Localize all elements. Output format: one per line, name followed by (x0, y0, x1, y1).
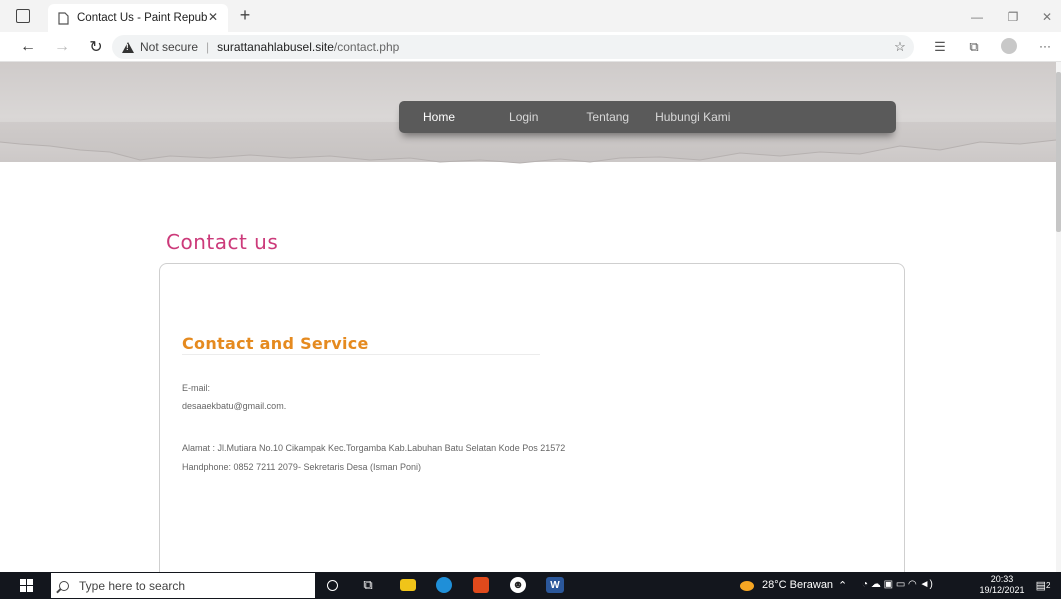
email-label: E-mail: (182, 383, 211, 393)
email-value: desaaekbatu@gmail.com. (182, 401, 287, 411)
clock-date: 19/12/2021 (979, 585, 1025, 595)
cortana-icon[interactable] (327, 580, 338, 591)
close-window-button[interactable]: ✕ (1032, 8, 1061, 26)
nav-item-login[interactable]: Login (509, 110, 538, 124)
word-icon[interactable]: W (546, 577, 564, 593)
nav-item-tentang[interactable]: Tentang (586, 110, 629, 124)
url-path: /contact.php (333, 40, 400, 54)
emoji-app-icon[interactable]: ☻ (510, 577, 526, 593)
address-text: Alamat : Jl.Mutiara No.10 Cikampak Kec.T… (182, 443, 566, 453)
page-scrollbar[interactable] (1056, 62, 1061, 572)
minimize-button[interactable]: — (962, 8, 992, 26)
notification-count: 2 (1045, 580, 1051, 590)
profile-avatar[interactable] (1001, 38, 1017, 54)
tab-actions-icon[interactable] (16, 9, 30, 23)
notification-center-icon[interactable]: ▤ 2 (1034, 577, 1052, 593)
search-placeholder: Type here to search (79, 578, 186, 593)
address-bar[interactable]: Not secure | surattanahlabusel.site/cont… (112, 35, 914, 59)
nav-item-hubungi-kami[interactable]: Hubungi Kami (655, 110, 730, 124)
page-icon (58, 11, 69, 25)
browser-tab[interactable]: Contact Us - Paint Republic Web ✕ (48, 4, 228, 32)
weather-text[interactable]: 28°C Berawan (762, 579, 833, 591)
collections-icon[interactable]: ⧉ (966, 39, 982, 55)
page-title: Contact us (166, 230, 279, 254)
url-host: surattanahlabusel.site (217, 40, 334, 54)
warning-icon (122, 41, 134, 53)
handphone-text: Handphone: 0852 7211 2079- Sekretaris De… (182, 462, 421, 472)
tray-icons[interactable]: ◔ ☁ ▣ ▭ ◠ ◄) (862, 579, 933, 590)
back-arrow-icon[interactable]: ← (18, 37, 38, 57)
favorite-star-icon[interactable]: ☆ (892, 39, 908, 55)
tab-title: Contact Us - Paint Republic Web (77, 12, 207, 24)
windows-start-icon[interactable] (20, 579, 33, 592)
scrollbar-thumb[interactable] (1056, 72, 1061, 232)
security-label[interactable]: Not secure (140, 40, 198, 54)
task-view-icon[interactable]: ⧉ (360, 577, 376, 593)
contact-card: Contact and Service E-mail: desaaekbatu@… (159, 263, 905, 572)
more-menu-icon[interactable]: ··· (1036, 38, 1054, 54)
nav-item-home[interactable]: Home (423, 110, 455, 124)
reload-icon[interactable]: ↻ (86, 37, 106, 57)
forward-arrow-icon[interactable]: → (52, 37, 72, 57)
browser-titlebar: Contact Us - Paint Republic Web ✕ + — ❐ … (0, 0, 1061, 32)
main-navbar: Home Login Tentang Hubungi Kami (399, 101, 896, 133)
show-hidden-icons-icon[interactable]: ⌃ (838, 579, 847, 592)
edge-browser-icon[interactable] (436, 577, 452, 593)
browser-toolbar: ← → ↻ Not secure | surattanahlabusel.sit… (0, 32, 1061, 62)
section-divider (182, 354, 540, 355)
new-tab-button[interactable]: + (234, 4, 256, 26)
taskbar-clock[interactable]: 20:33 19/12/2021 (978, 574, 1026, 596)
weather-icon[interactable] (740, 581, 754, 591)
restore-button[interactable]: ❐ (998, 8, 1028, 26)
windows-taskbar: Type here to search ⧉ ☻ W 28°C Berawan ⌃… (0, 572, 1061, 599)
url-separator: | (206, 40, 210, 54)
taskbar-search[interactable]: Type here to search (51, 573, 315, 598)
page-viewport: Home Login Tentang Hubungi Kami Contact … (0, 62, 1061, 572)
tab-close-icon[interactable]: ✕ (208, 10, 218, 24)
section-title: Contact and Service (182, 334, 369, 353)
clock-time: 20:33 (990, 574, 1014, 584)
file-explorer-icon[interactable] (400, 579, 416, 591)
favorites-list-icon[interactable]: ☰ (932, 39, 948, 55)
office-icon[interactable] (473, 577, 489, 593)
search-icon (59, 580, 69, 591)
